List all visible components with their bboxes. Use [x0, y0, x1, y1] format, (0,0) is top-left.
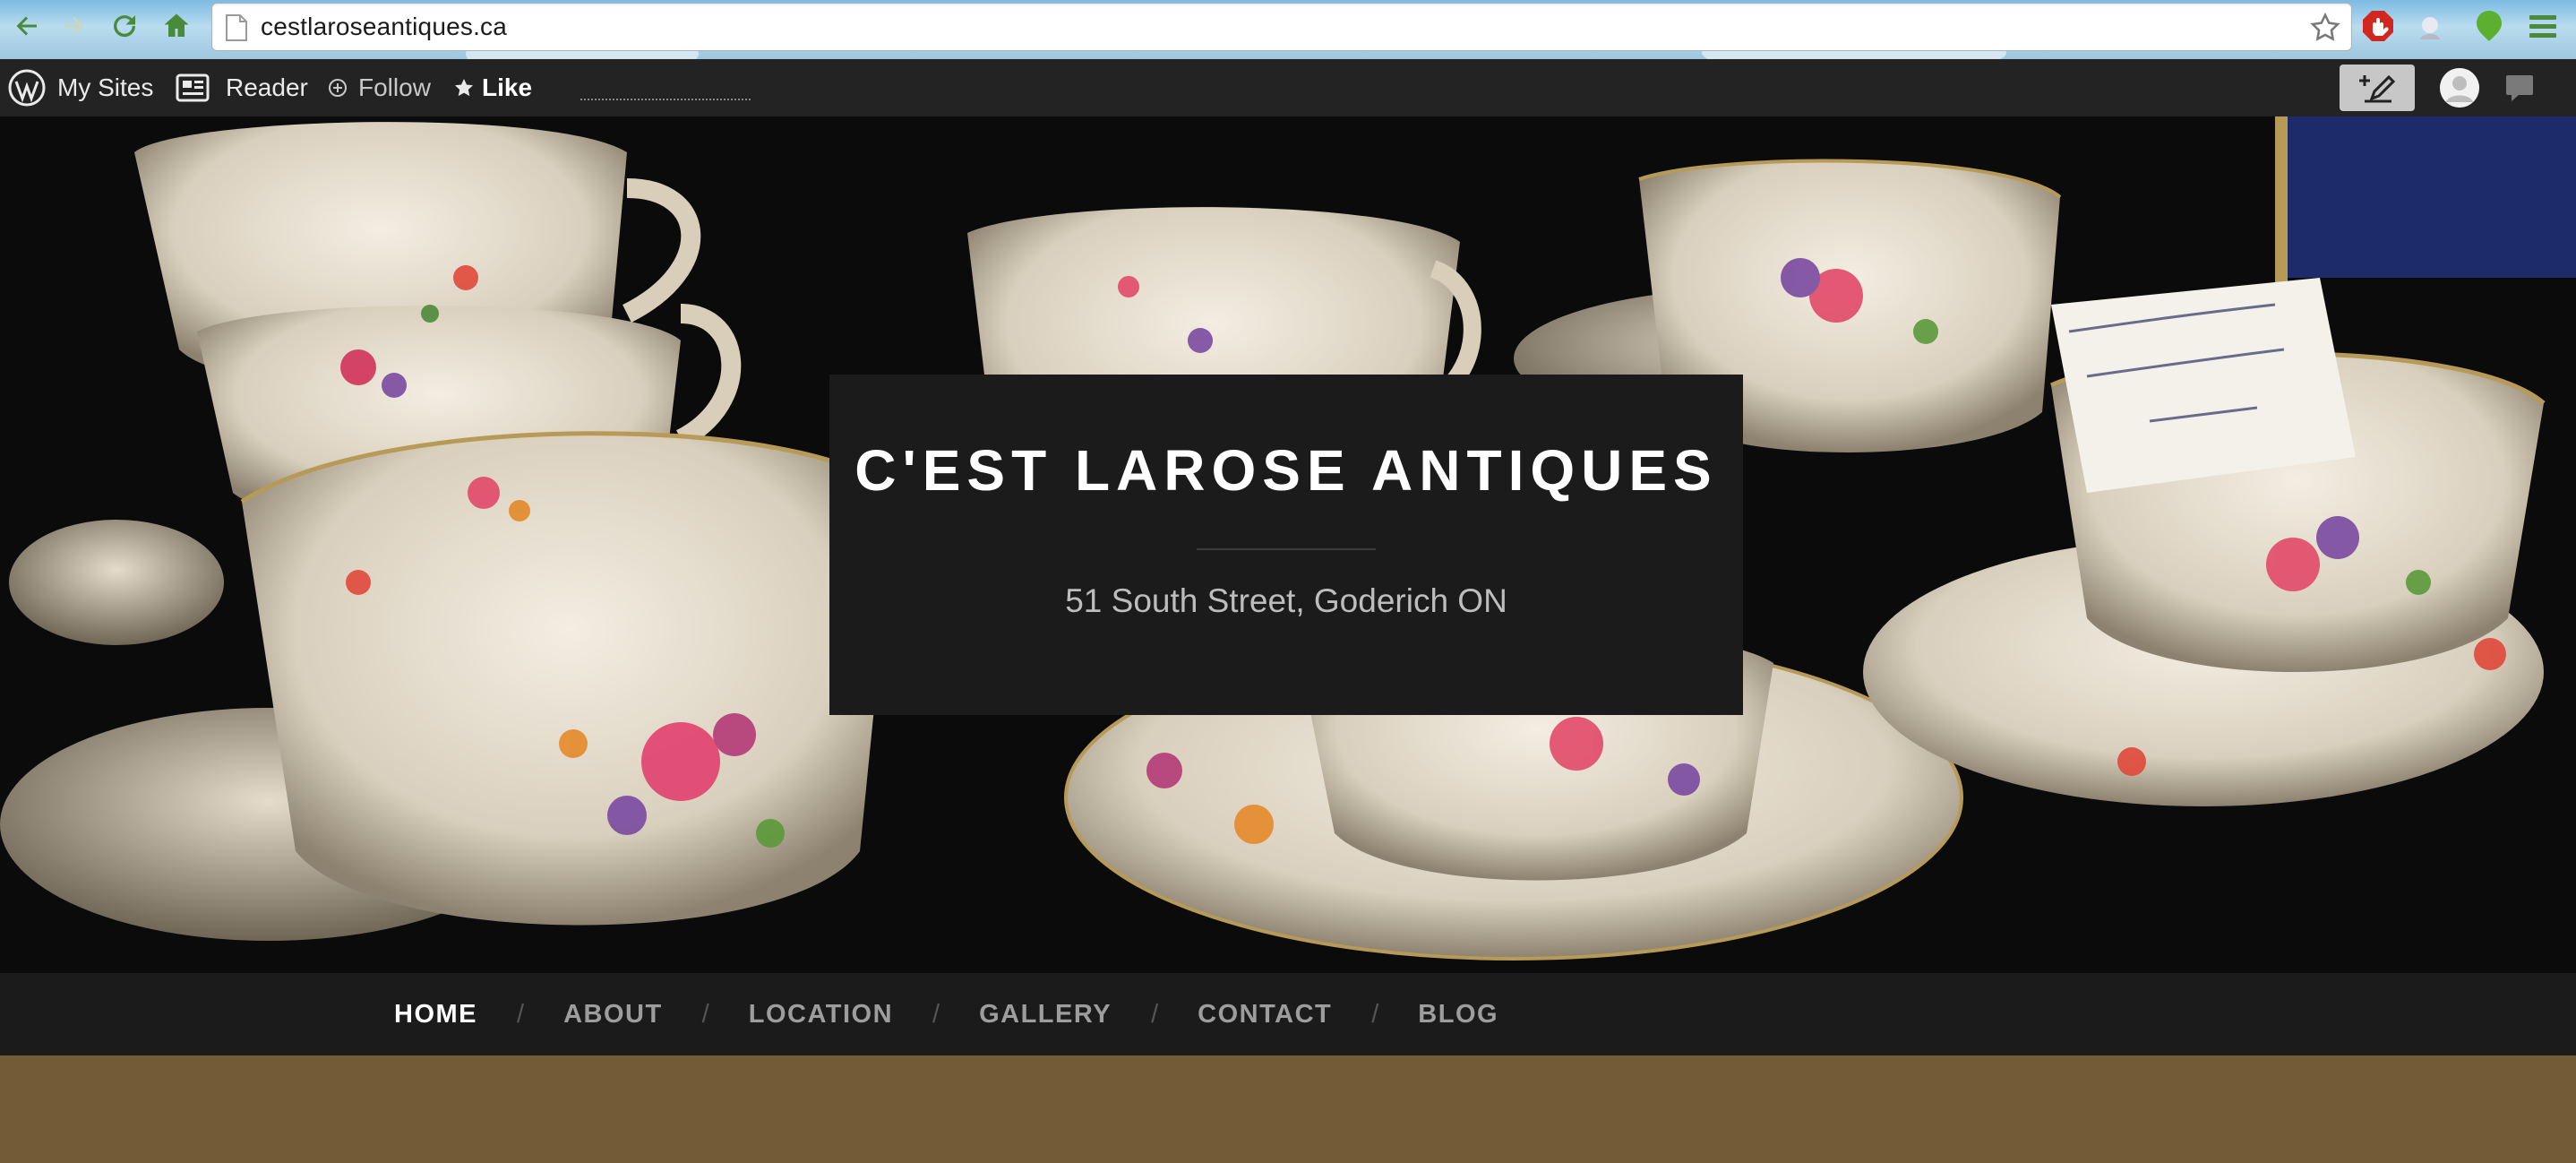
site-title[interactable]: C'EST LAROSE ANTIQUES	[829, 437, 1743, 504]
nav-item-about[interactable]: ABOUT	[563, 1000, 663, 1029]
nav-separator: /	[932, 999, 940, 1029]
evernote-icon[interactable]	[2470, 7, 2508, 45]
my-sites-menu[interactable]: My Sites	[7, 59, 153, 116]
nav-separator: /	[517, 999, 525, 1029]
browser-toolbar: cestlaroseantiques.ca	[0, 0, 2576, 59]
extension-icon[interactable]	[2411, 7, 2449, 45]
content-area	[0, 1055, 2576, 1163]
user-avatar[interactable]	[2440, 68, 2479, 108]
like-star-icon	[455, 79, 473, 97]
wordpress-logo-icon	[8, 69, 46, 107]
write-pencil-icon	[2359, 74, 2395, 103]
header-image: C'EST LAROSE ANTIQUES 51 South Street, G…	[0, 116, 2576, 973]
title-divider	[1197, 548, 1376, 550]
follow-label: Follow	[358, 73, 431, 101]
wp-admin-bar: My Sites Reader Follow Like	[0, 59, 2576, 116]
nav-menu: HOME / ABOUT / LOCATION / GALLERY / CONTACT / BLOG	[394, 973, 1498, 1055]
nav-item-contact[interactable]: CONTACT	[1198, 1000, 1332, 1029]
my-sites-label: My Sites	[57, 73, 154, 101]
bookmark-star-icon[interactable]	[2308, 11, 2342, 45]
follow-button[interactable]: Follow	[328, 59, 431, 116]
follow-plus-icon	[329, 79, 347, 97]
site-branding: C'EST LAROSE ANTIQUES 51 South Street, G…	[829, 375, 1743, 715]
nav-separator: /	[1371, 999, 1379, 1029]
reload-icon[interactable]	[106, 7, 143, 45]
nav-item-location[interactable]: LOCATION	[749, 1000, 893, 1029]
forward-arrow-icon[interactable]	[56, 7, 93, 45]
url-text: cestlaroseantiques.ca	[261, 13, 508, 40]
like-button[interactable]: Like	[453, 59, 532, 116]
back-arrow-icon[interactable]	[7, 7, 45, 45]
primary-navigation: HOME / ABOUT / LOCATION / GALLERY / CONTACT / BLOG	[0, 973, 2576, 1055]
notifications-icon[interactable]	[2504, 73, 2535, 102]
nav-item-gallery[interactable]: GALLERY	[979, 1000, 1112, 1029]
page-icon	[226, 14, 247, 41]
nav-separator: /	[1151, 999, 1159, 1029]
reader-icon	[176, 73, 210, 102]
address-bar[interactable]: cestlaroseantiques.ca	[211, 3, 2352, 51]
reader-menu[interactable]: Reader	[176, 59, 308, 116]
admin-bar-divider	[580, 99, 751, 100]
like-label: Like	[482, 73, 533, 101]
home-icon[interactable]	[158, 7, 195, 45]
reader-label: Reader	[226, 73, 308, 101]
site-tagline: 51 South Street, Goderich ON	[1065, 582, 1507, 619]
menu-icon[interactable]	[2524, 7, 2562, 45]
write-post-button[interactable]	[2340, 65, 2415, 111]
avatar-icon	[2440, 68, 2479, 108]
adblock-icon[interactable]	[2359, 7, 2397, 45]
nav-item-blog[interactable]: BLOG	[1418, 1000, 1498, 1029]
nav-item-home[interactable]: HOME	[394, 1000, 477, 1029]
nav-separator: /	[701, 999, 709, 1029]
